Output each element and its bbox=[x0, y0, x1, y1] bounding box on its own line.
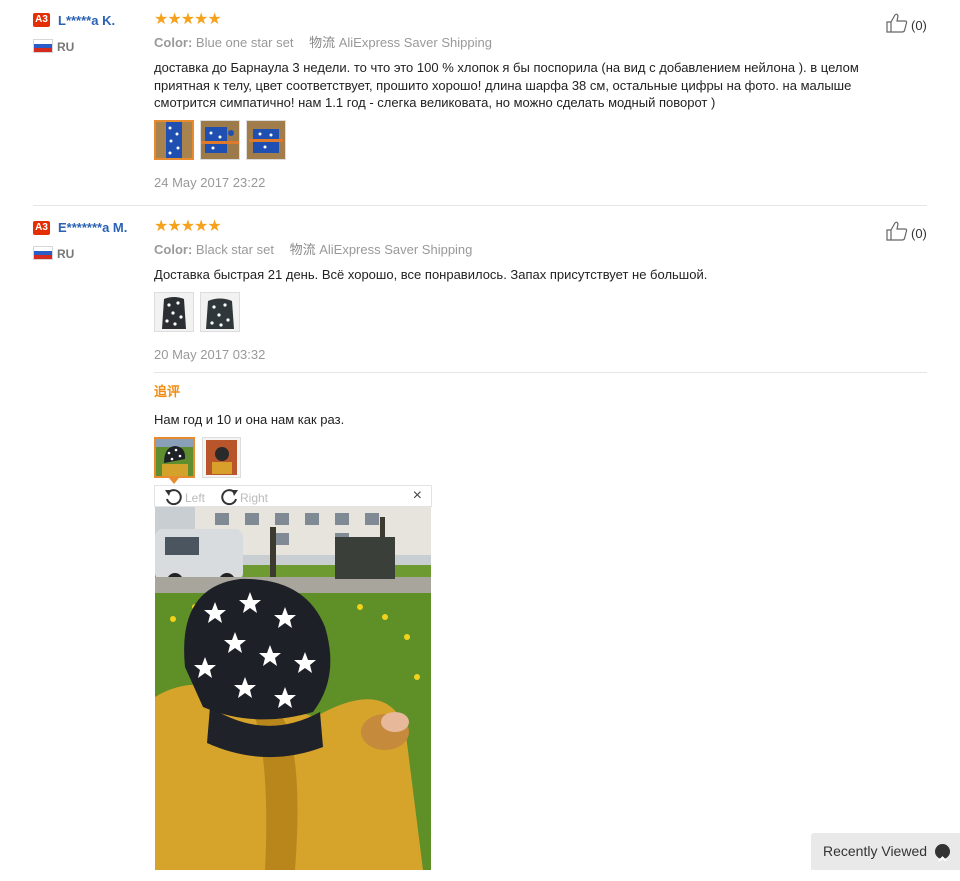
review-photo-thumbnail[interactable] bbox=[154, 120, 194, 160]
review-date: 20 May 2017 03:32 bbox=[154, 347, 266, 362]
color-value: Blue one star set bbox=[195, 35, 294, 50]
rotate-left-label: Left bbox=[185, 491, 206, 505]
reviewer-name: E*******a M. bbox=[58, 220, 128, 235]
additional-feedback-text: Нам год и 10 и она нам как раз. bbox=[154, 412, 345, 427]
recently-viewed-button[interactable]: Recently Viewed bbox=[811, 833, 960, 870]
review-photo-thumbnail[interactable] bbox=[202, 437, 241, 478]
helpful-button[interactable]: (0) bbox=[886, 221, 927, 243]
rotate-right-button[interactable]: Right bbox=[219, 488, 268, 506]
reviewer-country: RU bbox=[57, 247, 75, 261]
active-thumbnail-caret bbox=[169, 478, 179, 484]
logistics-icon: 物流 bbox=[309, 35, 336, 50]
rotate-right-label: Right bbox=[240, 491, 269, 505]
review-photo-thumbnail[interactable] bbox=[246, 120, 286, 160]
review-photo-thumbnail[interactable] bbox=[200, 292, 240, 332]
close-viewer-button[interactable]: × bbox=[413, 487, 422, 505]
review-divider bbox=[33, 205, 927, 206]
review-text: Доставка быстрая 21 день. Всё хорошо, вс… bbox=[154, 267, 708, 282]
russia-flag-icon bbox=[33, 39, 53, 53]
color-label: Color: bbox=[154, 35, 193, 50]
review-attributes: Color: Blue one star set 物流 AliExpress S… bbox=[154, 35, 492, 51]
review-attributes: Color: Black star set 物流 AliExpress Save… bbox=[154, 242, 472, 258]
chevron-up-icon bbox=[935, 844, 950, 862]
reviewer-country: RU bbox=[57, 40, 75, 54]
helpful-count: (0) bbox=[911, 226, 927, 241]
review-photo-thumbnail[interactable] bbox=[154, 437, 195, 478]
thumbs-up-icon bbox=[886, 221, 908, 241]
reviewer-name: L*****a K. bbox=[58, 13, 116, 28]
rating-stars: ★★★★★ bbox=[154, 11, 222, 28]
thumbs-up-icon bbox=[886, 13, 908, 33]
image-viewer-toolbar: Left Right × bbox=[154, 485, 432, 507]
shipping-method: AliExpress Saver Shipping bbox=[319, 242, 473, 257]
rating-stars: ★★★★★ bbox=[154, 218, 222, 235]
buyer-level-badge: A3 bbox=[33, 13, 50, 27]
additional-feedback-title: 追评 bbox=[154, 384, 181, 399]
helpful-button[interactable]: (0) bbox=[886, 13, 927, 35]
enlarged-review-photo bbox=[155, 507, 431, 870]
rotate-right-icon bbox=[221, 489, 238, 506]
russia-flag-icon bbox=[33, 246, 53, 260]
review-photo-thumbnail[interactable] bbox=[200, 120, 240, 160]
recently-viewed-label: Recently Viewed bbox=[823, 843, 928, 859]
color-label: Color: bbox=[154, 242, 193, 257]
logistics-icon: 物流 bbox=[289, 242, 316, 257]
review-date: 24 May 2017 23:22 bbox=[154, 175, 266, 190]
review-item: A3 L*****a K. RU ★★★★★ Color: Blue one s… bbox=[0, 0, 960, 205]
color-value: Black star set bbox=[195, 242, 274, 257]
rotate-left-button[interactable]: Left bbox=[164, 488, 205, 506]
buyer-level-badge: A3 bbox=[33, 221, 50, 235]
review-text: доставка до Барнаула 3 недели. то что эт… bbox=[154, 60, 859, 110]
review-photo-thumbnail[interactable] bbox=[154, 292, 194, 332]
rotate-left-icon bbox=[165, 489, 182, 506]
review-divider bbox=[154, 372, 927, 373]
helpful-count: (0) bbox=[911, 18, 927, 33]
shipping-method: AliExpress Saver Shipping bbox=[338, 35, 492, 50]
